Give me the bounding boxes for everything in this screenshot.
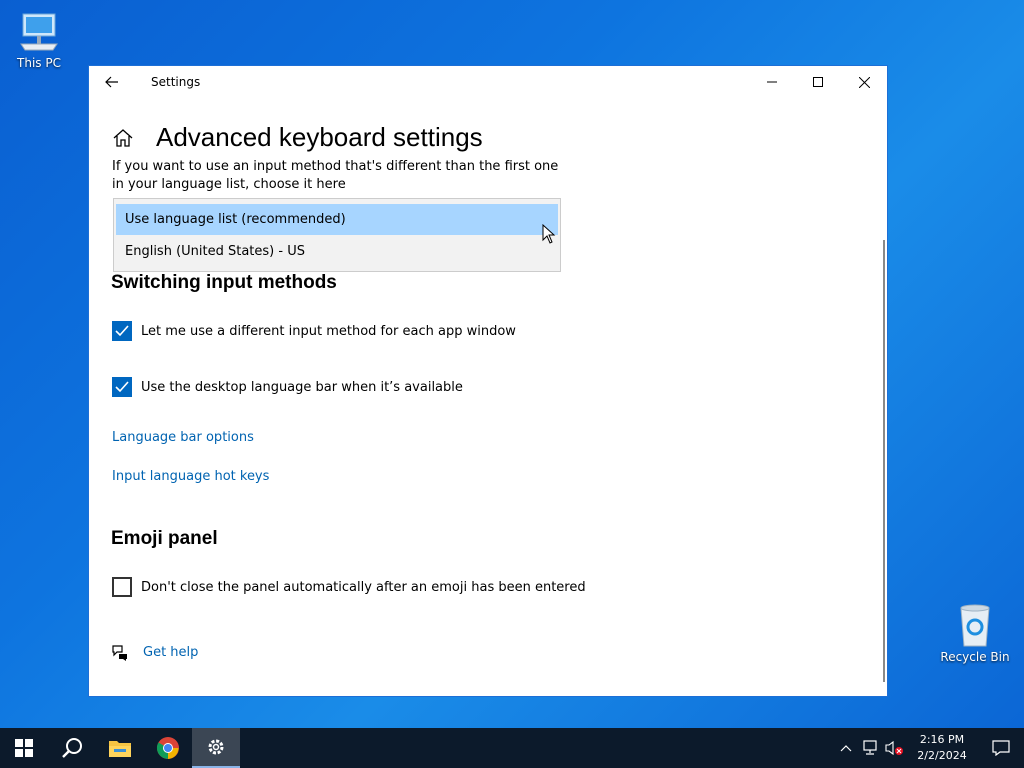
clock-date: 2/2/2024: [917, 749, 967, 762]
chat-help-icon: [112, 645, 127, 661]
close-icon: [858, 76, 870, 88]
scrollbar[interactable]: [883, 240, 885, 682]
volume-button[interactable]: [882, 728, 906, 768]
input-language-hot-keys-link[interactable]: Input language hot keys: [112, 469, 269, 484]
clock-time: 2:16 PM: [919, 733, 965, 746]
minimize-button[interactable]: [749, 66, 795, 98]
per-app-input-method-checkbox[interactable]: [112, 321, 132, 341]
folder-icon: [109, 741, 131, 757]
checkmark-icon: [115, 381, 129, 393]
start-button[interactable]: [0, 728, 48, 768]
per-app-input-method-label: Let me use a different input method for …: [141, 323, 516, 339]
home-button[interactable]: [111, 126, 135, 150]
home-icon: [113, 128, 133, 147]
close-button[interactable]: [841, 66, 887, 98]
emoji-panel-heading: Emoji panel: [111, 528, 218, 549]
recycle-bin-icon: [960, 604, 990, 647]
emoji-panel-close-checkbox[interactable]: [112, 577, 132, 597]
gear-icon: [208, 739, 224, 755]
back-button[interactable]: [89, 66, 135, 98]
arrow-left-icon: [105, 76, 118, 88]
taskbar: 2:16 PM 2/2/2024: [0, 728, 1024, 768]
minimize-icon: [767, 81, 777, 83]
dropdown-option-english-us[interactable]: English (United States) - US: [114, 236, 560, 267]
switching-input-methods-heading: Switching input methods: [111, 272, 337, 293]
computer-icon: [20, 13, 58, 51]
desktop-language-bar-checkbox[interactable]: [112, 377, 132, 397]
desktop-language-bar-label: Use the desktop language bar when it’s a…: [141, 379, 463, 395]
page-title: Advanced keyboard settings: [156, 122, 483, 152]
volume-muted-icon: [885, 740, 903, 756]
emoji-panel-close-label: Don't close the panel automatically afte…: [141, 579, 586, 595]
get-help-row[interactable]: Get help: [111, 643, 198, 661]
desktop-language-bar-checkbox-row[interactable]: Use the desktop language bar when it’s a…: [112, 377, 463, 397]
this-pc-desktop-icon[interactable]: This PC: [4, 10, 74, 70]
system-tray: 2:16 PM 2/2/2024: [834, 728, 1024, 768]
notification-icon: [992, 740, 1010, 756]
language-bar-options-link[interactable]: Language bar options: [112, 430, 254, 445]
show-hidden-icons-button[interactable]: [834, 728, 858, 768]
network-icon: [863, 740, 877, 755]
settings-taskbar-button[interactable]: [192, 728, 240, 768]
mouse-cursor-icon: [542, 224, 556, 244]
settings-window: Settings Advanced keyboard settings If y…: [88, 65, 888, 697]
search-button[interactable]: [48, 728, 96, 768]
this-pc-label: This PC: [17, 56, 61, 70]
network-button[interactable]: [858, 728, 882, 768]
get-help-link[interactable]: Get help: [143, 645, 198, 660]
clock[interactable]: 2:16 PM 2/2/2024: [906, 732, 978, 764]
input-method-dropdown-list[interactable]: Use language list (recommended) English …: [113, 198, 561, 272]
checkmark-icon: [115, 325, 129, 337]
window-title: Settings: [151, 75, 201, 89]
recycle-bin-desktop-icon[interactable]: Recycle Bin: [940, 602, 1010, 664]
input-method-description: If you want to use an input method that'…: [112, 159, 559, 192]
windows-logo-icon: [15, 739, 33, 757]
recycle-bin-label: Recycle Bin: [940, 650, 1010, 664]
dropdown-option-language-list[interactable]: Use language list (recommended): [116, 204, 558, 235]
maximize-icon: [813, 77, 823, 87]
emoji-panel-close-checkbox-row[interactable]: Don't close the panel automatically afte…: [112, 577, 586, 597]
title-bar: Settings: [89, 66, 887, 98]
chevron-up-icon: [840, 745, 852, 752]
file-explorer-taskbar-button[interactable]: [96, 728, 144, 768]
chrome-icon: [156, 737, 179, 759]
chrome-taskbar-button[interactable]: [144, 728, 192, 768]
search-icon: [62, 738, 82, 758]
action-center-button[interactable]: [978, 728, 1024, 768]
per-app-input-method-checkbox-row[interactable]: Let me use a different input method for …: [112, 321, 516, 341]
maximize-button[interactable]: [795, 66, 841, 98]
